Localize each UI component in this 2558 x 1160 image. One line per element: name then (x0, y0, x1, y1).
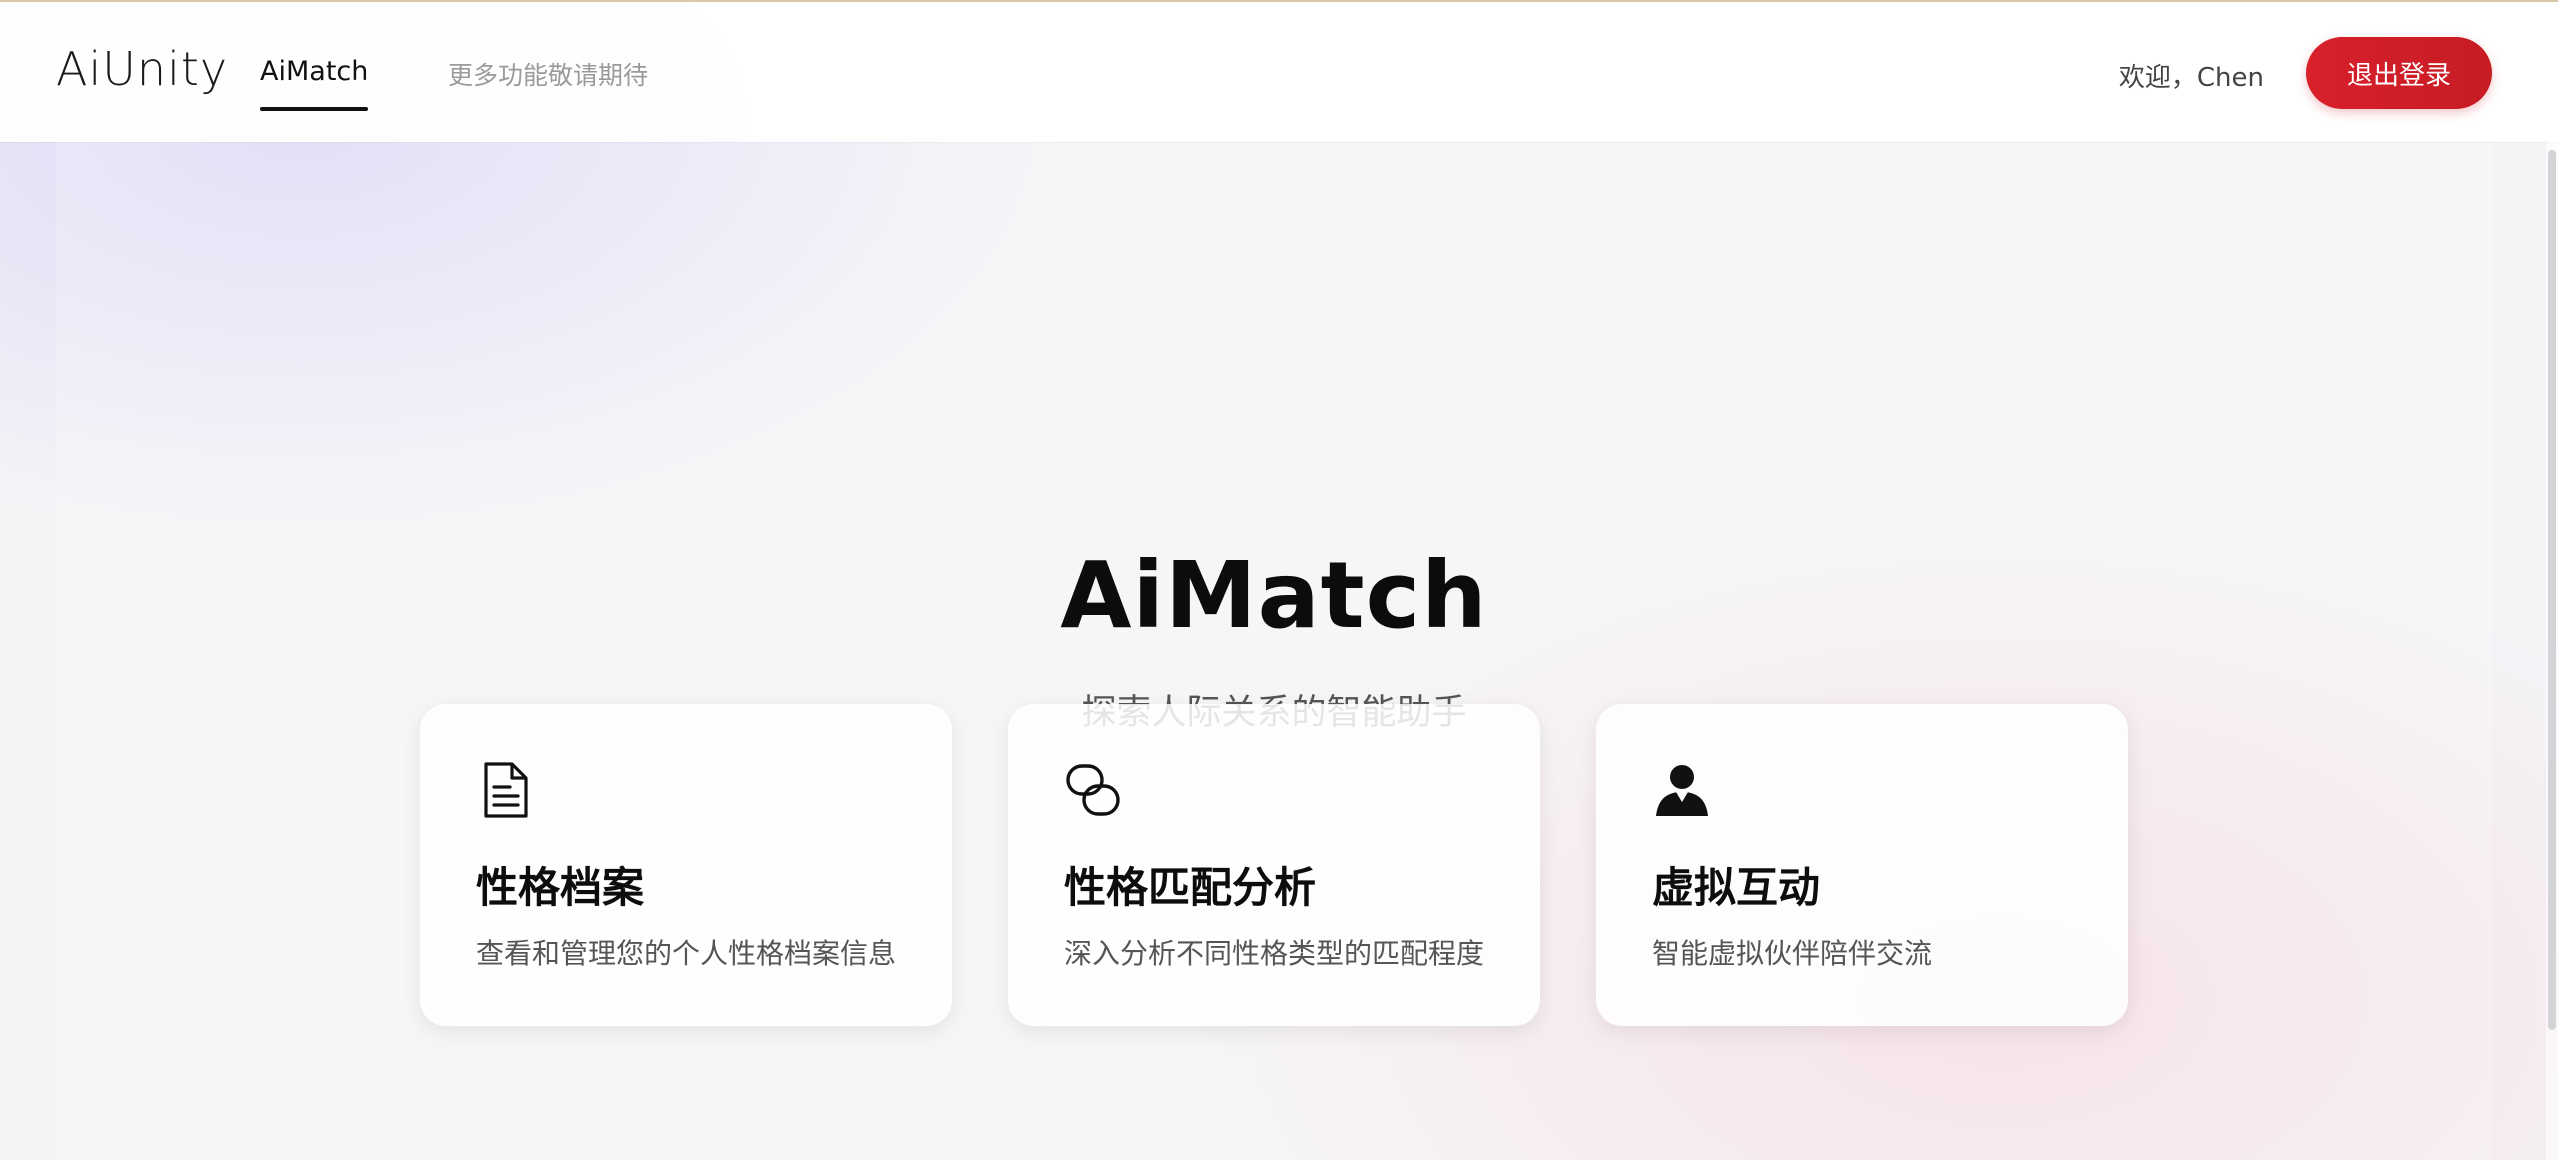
card-title: 性格档案 (476, 863, 645, 912)
card-description: 查看和管理您的个人性格档案信息 (476, 937, 897, 970)
document-icon (484, 762, 528, 818)
page: AiUnity AiMatch 更多功能敬请期待 欢迎，Chen 退出登录 Ai… (0, 0, 2558, 1160)
card-title: 虚拟互动 (1652, 863, 1821, 912)
card-virtual-interaction[interactable]: 虚拟互动 智能虚拟伙伴陪伴交流 (1596, 704, 2128, 1026)
person-icon (1656, 765, 1708, 816)
tab-coming-soon: 更多功能敬请期待 (448, 61, 649, 90)
app-logo[interactable]: AiUnity (56, 42, 228, 96)
top-navbar: AiUnity AiMatch 更多功能敬请期待 欢迎，Chen 退出登录 (0, 2, 2558, 142)
card-title: 性格匹配分析 (1064, 863, 1317, 912)
card-description: 深入分析不同性格类型的匹配程度 (1064, 937, 1485, 970)
card-personality-profile[interactable]: 性格档案 查看和管理您的个人性格档案信息 (420, 704, 952, 1026)
hero-title: AiMatch (1060, 542, 1488, 649)
welcome-text: 欢迎，Chen (2118, 63, 2264, 93)
card-personality-match[interactable]: 性格匹配分析 深入分析不同性格类型的匹配程度 (1008, 704, 1540, 1026)
tab-aimatch[interactable]: AiMatch (260, 56, 369, 111)
logout-button[interactable]: 退出登录 (2306, 37, 2492, 109)
card-description: 智能虚拟伙伴陪伴交流 (1652, 937, 1933, 970)
scrollbar-thumb[interactable] (2548, 150, 2556, 1030)
link-icon (1066, 764, 1120, 816)
